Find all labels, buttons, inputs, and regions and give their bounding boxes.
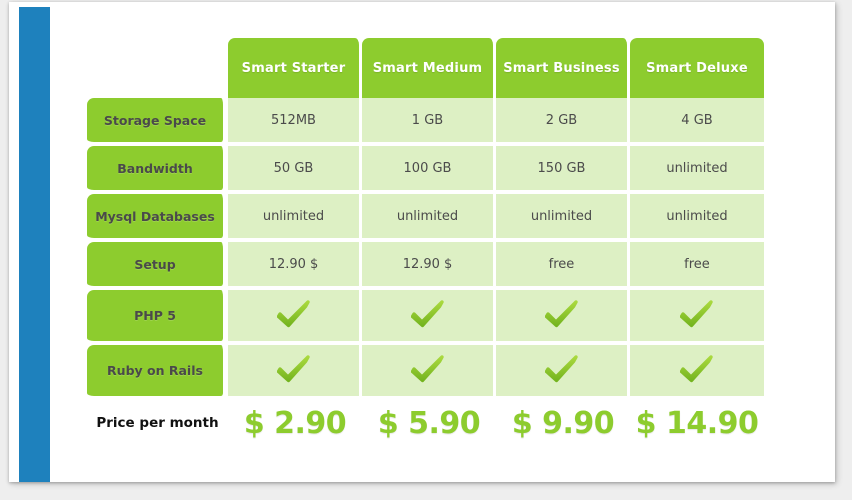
feature-value-setup-deluxe: free — [630, 242, 764, 290]
pricing-table-container: Smart Starter Smart Medium Smart Busines… — [87, 38, 764, 446]
table-row: Mysql Databases unlimited unlimited unli… — [87, 194, 764, 242]
feature-value-mysql-databases-business: unlimited — [496, 194, 630, 242]
feature-value-ruby-on-rails-business — [496, 345, 630, 400]
plan-header-row: Smart Starter Smart Medium Smart Busines… — [87, 38, 764, 98]
table-row: PHP 5 — [87, 290, 764, 345]
feature-value-ruby-on-rails-medium — [362, 345, 496, 400]
feature-value-php-5-starter — [228, 290, 362, 345]
plan-header-smart-business[interactable]: Smart Business — [496, 38, 630, 98]
pricing-table-head: Smart Starter Smart Medium Smart Busines… — [87, 38, 764, 98]
table-row: Setup 12.90 $ 12.90 $ free free — [87, 242, 764, 290]
check-icon — [679, 354, 714, 383]
feature-value-storage-space-deluxe: 4 GB — [630, 98, 764, 146]
check-icon — [679, 299, 714, 328]
feature-value-php-5-medium — [362, 290, 496, 345]
table-row: Bandwidth 50 GB 100 GB 150 GB unlimited — [87, 146, 764, 194]
check-icon — [544, 354, 579, 383]
plan-header-smart-deluxe[interactable]: Smart Deluxe — [630, 38, 764, 98]
price-value-smart-business: $ 9.90 — [496, 400, 630, 446]
feature-label-storage-space: Storage Space — [87, 98, 228, 146]
feature-value-mysql-databases-medium: unlimited — [362, 194, 496, 242]
feature-value-setup-starter: 12.90 $ — [228, 242, 362, 290]
feature-label-ruby-on-rails: Ruby on Rails — [87, 345, 228, 400]
pricing-table: Smart Starter Smart Medium Smart Busines… — [87, 38, 764, 446]
price-value-smart-deluxe: $ 14.90 — [630, 400, 764, 446]
page-sheet: Smart Starter Smart Medium Smart Busines… — [9, 2, 835, 482]
plan-header-smart-medium[interactable]: Smart Medium — [362, 38, 496, 98]
feature-value-ruby-on-rails-deluxe — [630, 345, 764, 400]
feature-value-bandwidth-starter: 50 GB — [228, 146, 362, 194]
price-value-smart-medium: $ 5.90 — [362, 400, 496, 446]
feature-label-php-5: PHP 5 — [87, 290, 228, 345]
feature-value-storage-space-medium: 1 GB — [362, 98, 496, 146]
price-value-smart-starter: $ 2.90 — [228, 400, 362, 446]
feature-label-bandwidth: Bandwidth — [87, 146, 228, 194]
feature-value-bandwidth-business: 150 GB — [496, 146, 630, 194]
feature-value-php-5-business — [496, 290, 630, 345]
pricing-table-body: Storage Space 512MB 1 GB 2 GB 4 GB Bandw… — [87, 98, 764, 446]
feature-value-php-5-deluxe — [630, 290, 764, 345]
feature-value-setup-business: free — [496, 242, 630, 290]
check-icon — [544, 299, 579, 328]
table-row: Ruby on Rails — [87, 345, 764, 400]
feature-label-setup: Setup — [87, 242, 228, 290]
feature-value-storage-space-business: 2 GB — [496, 98, 630, 146]
screen-canvas: Smart Starter Smart Medium Smart Busines… — [0, 0, 852, 500]
left-sidebar-rail — [19, 7, 50, 482]
price-row: Price per month $ 2.90 $ 5.90 $ 9.90 $ 1… — [87, 400, 764, 446]
header-corner-spacer — [87, 38, 228, 98]
check-icon — [276, 299, 311, 328]
feature-value-mysql-databases-starter: unlimited — [228, 194, 362, 242]
feature-value-ruby-on-rails-starter — [228, 345, 362, 400]
plan-header-smart-starter[interactable]: Smart Starter — [228, 38, 362, 98]
feature-value-bandwidth-deluxe: unlimited — [630, 146, 764, 194]
price-row-label: Price per month — [87, 400, 228, 446]
table-row: Storage Space 512MB 1 GB 2 GB 4 GB — [87, 98, 764, 146]
check-icon — [276, 354, 311, 383]
feature-value-setup-medium: 12.90 $ — [362, 242, 496, 290]
feature-value-mysql-databases-deluxe: unlimited — [630, 194, 764, 242]
feature-value-storage-space-starter: 512MB — [228, 98, 362, 146]
feature-value-bandwidth-medium: 100 GB — [362, 146, 496, 194]
feature-label-mysql-databases: Mysql Databases — [87, 194, 228, 242]
check-icon — [410, 299, 445, 328]
check-icon — [410, 354, 445, 383]
